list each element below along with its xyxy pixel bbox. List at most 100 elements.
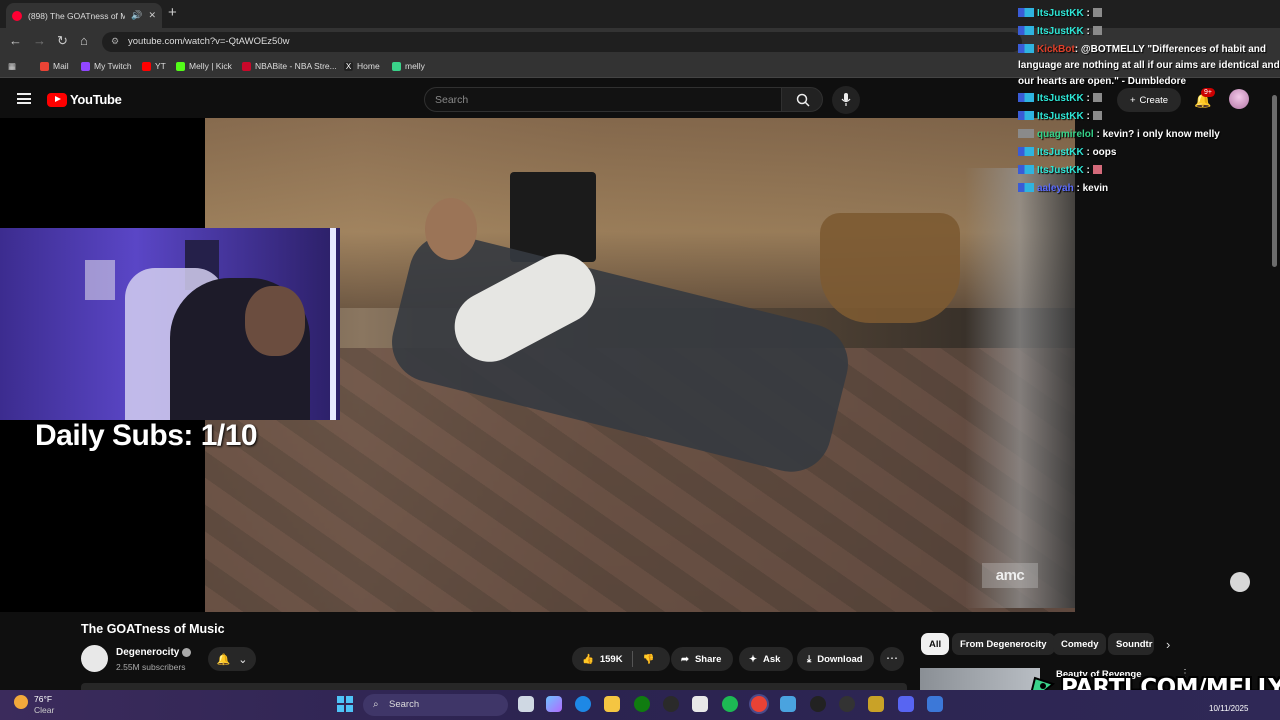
chat-emote-icon (1092, 26, 1102, 35)
weather-temperature: 76°F (34, 694, 53, 704)
nba-icon (242, 61, 251, 71)
windows-start-icon[interactable] (337, 696, 353, 712)
chat-badge-icon (1018, 165, 1034, 174)
chat-message: ItsJustKK : (1018, 8, 1102, 19)
thumbs-down-icon[interactable]: 👎 (643, 654, 655, 665)
app-icon[interactable] (927, 696, 943, 712)
video-scene-basket (820, 213, 960, 323)
like-count: 159K (599, 653, 623, 665)
file-explorer-icon[interactable] (604, 696, 620, 712)
bell-icon: 🔔 (216, 653, 231, 666)
microsoft-store-icon[interactable] (692, 696, 708, 712)
daily-subs-counter: Daily Subs: 1/10 (35, 419, 258, 452)
voice-search-button[interactable] (832, 86, 860, 114)
edge-icon[interactable] (575, 696, 591, 712)
webcam-poster (85, 260, 115, 300)
gmail-icon (40, 61, 49, 71)
youtube-favicon-icon (12, 10, 22, 21)
bookmark-home[interactable]: X Home (344, 61, 380, 71)
chevron-down-icon: ⌄ (238, 653, 248, 666)
chrome-icon[interactable] (751, 696, 767, 712)
xbox-icon[interactable] (634, 696, 650, 712)
home-icon[interactable]: ⌂ (80, 33, 88, 48)
more-actions-button[interactable]: ⋯ (880, 647, 904, 671)
subscriber-count: 2.55M subscribers (116, 662, 186, 672)
youtube-logo[interactable]: YouTube (47, 92, 122, 107)
search-button[interactable] (781, 87, 823, 112)
chat-badge-icon (1018, 147, 1034, 156)
chip-all[interactable]: All (921, 633, 950, 655)
speaker-icon[interactable]: 🔊 (131, 10, 142, 21)
webcam-light-strip (330, 228, 336, 420)
reload-icon[interactable]: ↻ (57, 33, 68, 49)
chat-message: aaleyah : kevin (1018, 183, 1108, 194)
video-scene-amplifier (510, 172, 596, 262)
chat-message: ItsJustKK : (1018, 93, 1102, 104)
subscription-notifications-button[interactable]: 🔔 ⌄ (208, 647, 256, 671)
chat-badge-icon (1018, 111, 1034, 120)
taskbar-search[interactable]: ⌕ Search (363, 694, 508, 716)
chip-comedy[interactable]: Comedy (1053, 633, 1107, 655)
channel-name[interactable]: Degenerocity (116, 647, 179, 658)
new-tab-icon[interactable]: + (168, 4, 177, 21)
site-info-icon[interactable]: ⚙ (111, 36, 119, 47)
overlay-emoji-icon (1230, 572, 1250, 592)
copilot-icon[interactable] (546, 696, 562, 712)
chat-badge-icon (1018, 8, 1034, 17)
chat-badge-icon (1018, 26, 1034, 35)
weather-condition: Clear (34, 705, 55, 715)
forward-icon[interactable]: → (33, 33, 46, 48)
obs-icon[interactable] (839, 696, 855, 712)
x-icon: X (344, 61, 353, 71)
browser-tab[interactable]: (898) The GOATness of Music 🔊 ✕ (6, 3, 162, 28)
share-arrow-icon: ➦ (681, 653, 689, 665)
streamer-app-icon[interactable] (868, 696, 884, 712)
like-button[interactable]: 👍 159K 👎 (572, 647, 670, 671)
media-player-icon[interactable] (810, 696, 826, 712)
chat-badge-icon (1018, 93, 1034, 102)
steam-icon[interactable] (663, 696, 679, 712)
youtube-logo-icon (47, 92, 67, 107)
video-title: The GOATness of Music (81, 622, 225, 636)
share-button[interactable]: ➦ Share (671, 647, 733, 671)
microphone-icon (841, 93, 851, 106)
close-tab-icon[interactable]: ✕ (148, 10, 156, 21)
back-icon[interactable]: ← (9, 33, 22, 48)
download-button[interactable]: ⤓ Download (797, 647, 874, 671)
search-input[interactable]: Search (424, 87, 782, 112)
webcam-face (245, 286, 305, 356)
ask-button[interactable]: ✦ Ask (739, 647, 793, 671)
apps-grid-icon[interactable]: ▦ (8, 61, 16, 72)
chat-message: ItsJustKK : (1018, 165, 1102, 176)
chat-emote-icon (1092, 8, 1102, 17)
chevron-right-icon[interactable]: › (1166, 637, 1170, 652)
twitch-icon (81, 61, 90, 71)
video-scene-head (425, 198, 477, 260)
bookmark-yt[interactable]: YT (142, 61, 166, 71)
youtube-icon (142, 61, 151, 71)
chat-emote-icon (1092, 165, 1102, 174)
taskbar-date: 10/11/2025 (1209, 704, 1249, 713)
verified-check-icon (182, 648, 191, 657)
page-scrollbar[interactable] (1272, 95, 1277, 267)
bookmark-mail[interactable]: Mail (40, 61, 69, 71)
chat-badge-icon (1018, 129, 1034, 138)
hamburger-menu-icon[interactable] (17, 93, 31, 104)
recommendation-thumbnail[interactable] (920, 668, 1040, 690)
task-view-icon[interactable] (518, 696, 534, 712)
address-bar[interactable]: ⚙ youtube.com/watch?v=-QtAWOEz50w (102, 32, 1022, 52)
url-text: youtube.com/watch?v=-QtAWOEz50w (128, 36, 290, 47)
chat-badge-icon (1018, 183, 1034, 192)
spotify-icon[interactable] (722, 696, 738, 712)
bookmark-nbabite[interactable]: NBABite - NBA Stre... (242, 61, 337, 71)
weather-moon-icon[interactable] (14, 695, 28, 709)
discord-icon[interactable] (898, 696, 914, 712)
photos-icon[interactable] (780, 696, 796, 712)
chip-soundtrack[interactable]: Soundtr (1108, 633, 1154, 655)
channel-avatar[interactable] (81, 645, 108, 672)
stream-chat-overlay: ItsJustKK : ItsJustKK : KickBot: @BOTMEL… (1016, 0, 1280, 200)
bookmark-melly-kick[interactable]: Melly | Kick (176, 61, 232, 71)
chip-from-degenerocity[interactable]: From Degenerocity (952, 633, 1055, 655)
bookmark-my-twitch[interactable]: My Twitch (81, 61, 132, 71)
bookmark-melly[interactable]: melly (392, 61, 425, 71)
